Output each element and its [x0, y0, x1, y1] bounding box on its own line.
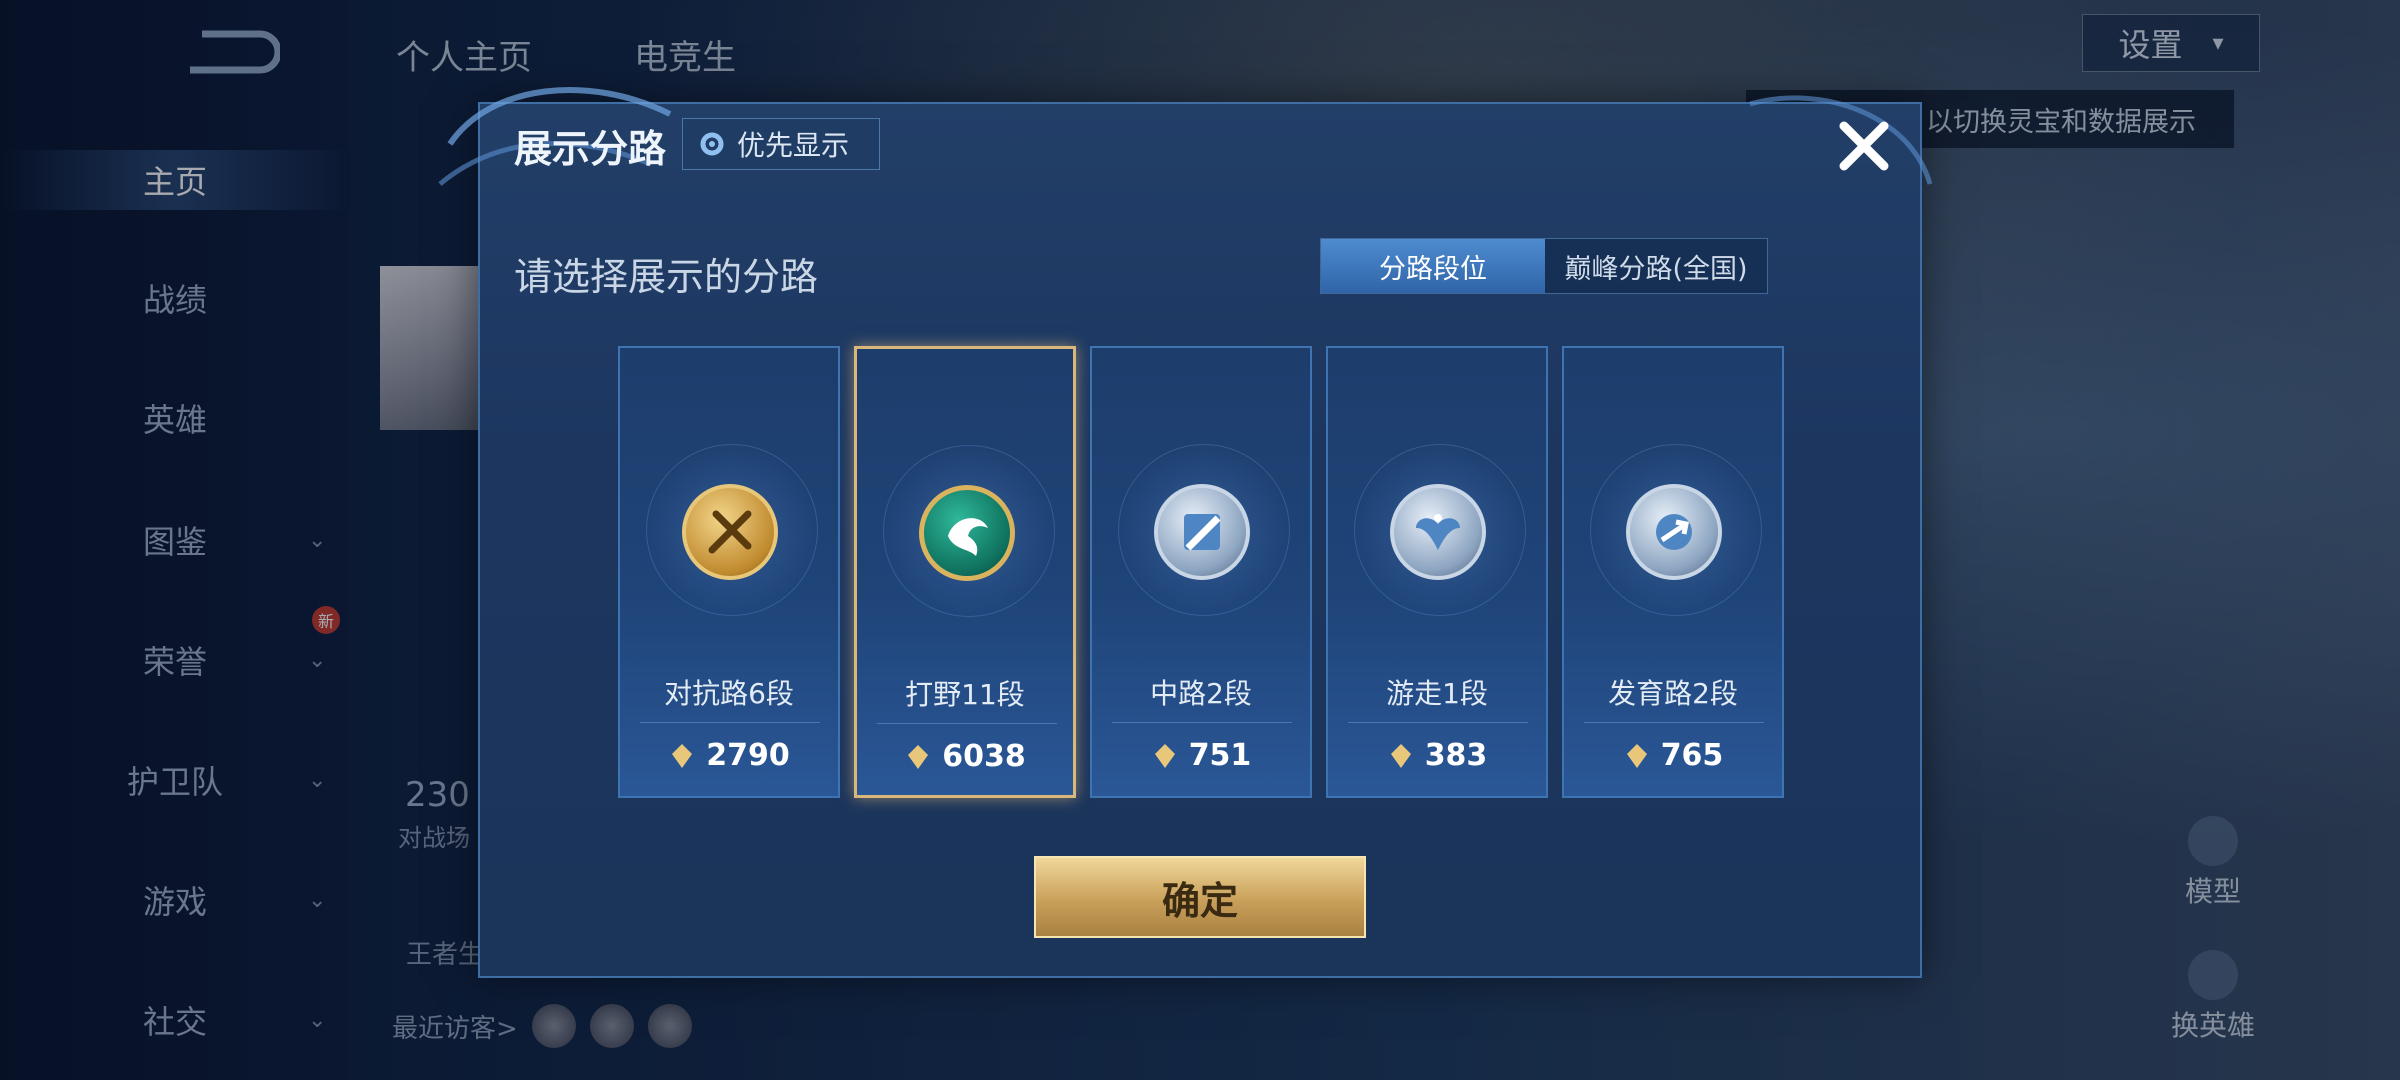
gear-icon: [700, 132, 724, 156]
card-divider: [877, 723, 1057, 724]
display-mode-toggle: 分路段位 巅峰分路(全国): [1320, 238, 1768, 294]
lane-label: 中路2段: [1150, 677, 1252, 710]
lane-score: 383: [1328, 738, 1546, 773]
wings-icon: [1390, 484, 1486, 580]
confirm-button[interactable]: 确定: [1034, 856, 1366, 938]
points-icon: [672, 743, 693, 768]
score-value: 383: [1424, 738, 1488, 773]
close-icon[interactable]: [1834, 116, 1894, 176]
card-divider: [1348, 722, 1528, 723]
points-icon: [1154, 743, 1175, 768]
lane-label: 游走1段: [1386, 677, 1488, 710]
score-value: 2790: [706, 738, 790, 773]
lane-score: 751: [1092, 738, 1310, 773]
lane-card-top[interactable]: 对抗路6段 2790: [618, 346, 840, 798]
sword-icon: [682, 484, 778, 580]
lane-display-dialog: 展示分路 优先显示 请选择展示的分路 分路段位 巅峰分路(全国) 对抗路6段 2…: [438, 87, 1933, 978]
card-divider: [1584, 722, 1764, 723]
lane-card-jungle[interactable]: 打野11段 6038: [854, 346, 1076, 798]
dragon-icon: [919, 485, 1015, 581]
slash-icon: [1154, 484, 1250, 580]
points-icon: [1390, 743, 1411, 768]
card-divider: [1112, 722, 1292, 723]
select-lane-prompt: 请选择展示的分路: [514, 255, 819, 299]
lane-card-mid[interactable]: 中路2段 751: [1090, 346, 1312, 798]
lane-score: 2790: [620, 738, 838, 773]
score-value: 751: [1188, 738, 1252, 773]
score-value: 765: [1660, 738, 1724, 773]
arrow-icon: [1626, 484, 1722, 580]
lane-label: 发育路2段: [1608, 677, 1738, 710]
priority-display-label: 优先显示: [737, 129, 850, 162]
lane-label: 打野11段: [905, 678, 1025, 711]
score-value: 6038: [942, 739, 1026, 774]
lane-card-roam[interactable]: 游走1段 383: [1326, 346, 1548, 798]
tab-peak-lane[interactable]: 巅峰分路(全国): [1545, 239, 1767, 293]
card-divider: [640, 722, 820, 723]
lane-label: 对抗路6段: [664, 677, 794, 710]
lane-card-farm[interactable]: 发育路2段 765: [1562, 346, 1784, 798]
tab-lane-rank[interactable]: 分路段位: [1321, 239, 1545, 293]
lane-score: 6038: [857, 739, 1073, 774]
dialog-title: 展示分路: [514, 127, 667, 171]
points-icon: [908, 744, 929, 769]
lane-score: 765: [1564, 738, 1782, 773]
points-icon: [1626, 743, 1647, 768]
priority-display-button[interactable]: 优先显示: [682, 118, 880, 170]
